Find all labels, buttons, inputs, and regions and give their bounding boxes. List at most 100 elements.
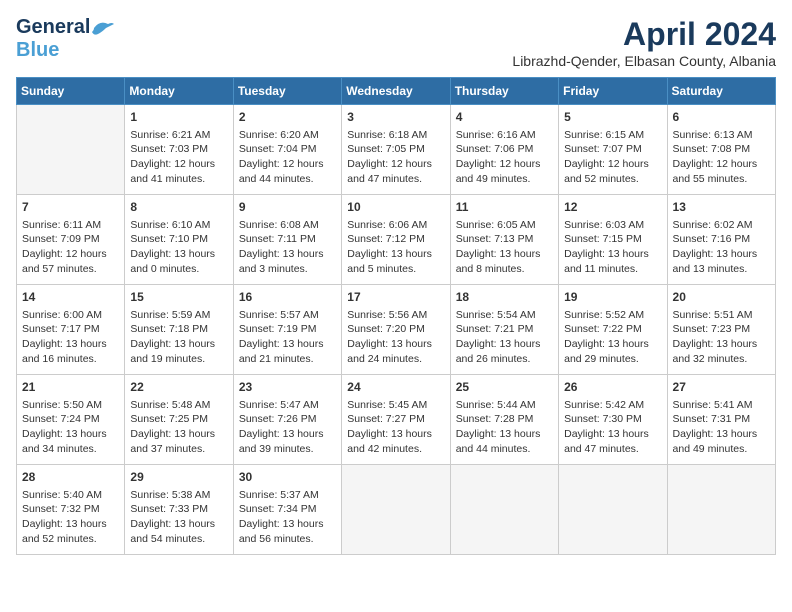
- daylight-label: Daylight: 12 hours and 44 minutes.: [239, 158, 324, 185]
- sunset-label: Sunset: 7:15 PM: [564, 233, 642, 245]
- daylight-label: Daylight: 13 hours and 24 minutes.: [347, 338, 432, 365]
- sunset-label: Sunset: 7:28 PM: [456, 413, 534, 425]
- daylight-label: Daylight: 13 hours and 42 minutes.: [347, 428, 432, 455]
- sunrise-label: Sunrise: 5:59 AM: [130, 309, 210, 321]
- sunset-label: Sunset: 7:13 PM: [456, 233, 534, 245]
- daylight-label: Daylight: 13 hours and 11 minutes.: [564, 248, 649, 275]
- calendar-cell: 1Sunrise: 6:21 AMSunset: 7:03 PMDaylight…: [125, 105, 233, 195]
- sunrise-label: Sunrise: 5:40 AM: [22, 489, 102, 501]
- calendar-cell: 27Sunrise: 5:41 AMSunset: 7:31 PMDayligh…: [667, 375, 775, 465]
- calendar-cell: 5Sunrise: 6:15 AMSunset: 7:07 PMDaylight…: [559, 105, 667, 195]
- sunrise-label: Sunrise: 5:51 AM: [673, 309, 753, 321]
- daylight-label: Daylight: 13 hours and 39 minutes.: [239, 428, 324, 455]
- day-number: 29: [130, 469, 227, 486]
- sunrise-label: Sunrise: 5:57 AM: [239, 309, 319, 321]
- day-number: 4: [456, 109, 553, 126]
- calendar-table: SundayMondayTuesdayWednesdayThursdayFrid…: [16, 77, 776, 555]
- day-number: 2: [239, 109, 336, 126]
- day-number: 17: [347, 289, 444, 306]
- day-number: 11: [456, 199, 553, 216]
- day-number: 3: [347, 109, 444, 126]
- sunset-label: Sunset: 7:05 PM: [347, 143, 425, 155]
- sunrise-label: Sunrise: 5:48 AM: [130, 399, 210, 411]
- daylight-label: Daylight: 13 hours and 34 minutes.: [22, 428, 107, 455]
- day-number: 19: [564, 289, 661, 306]
- calendar-cell: 4Sunrise: 6:16 AMSunset: 7:06 PMDaylight…: [450, 105, 558, 195]
- sunrise-label: Sunrise: 6:02 AM: [673, 219, 753, 231]
- daylight-label: Daylight: 13 hours and 32 minutes.: [673, 338, 758, 365]
- day-number: 30: [239, 469, 336, 486]
- day-number: 20: [673, 289, 770, 306]
- day-number: 7: [22, 199, 119, 216]
- daylight-label: Daylight: 13 hours and 29 minutes.: [564, 338, 649, 365]
- daylight-label: Daylight: 13 hours and 52 minutes.: [22, 518, 107, 545]
- daylight-label: Daylight: 12 hours and 57 minutes.: [22, 248, 107, 275]
- sunset-label: Sunset: 7:12 PM: [347, 233, 425, 245]
- daylight-label: Daylight: 13 hours and 54 minutes.: [130, 518, 215, 545]
- sunrise-label: Sunrise: 6:06 AM: [347, 219, 427, 231]
- calendar-cell: 6Sunrise: 6:13 AMSunset: 7:08 PMDaylight…: [667, 105, 775, 195]
- day-number: 10: [347, 199, 444, 216]
- day-number: 27: [673, 379, 770, 396]
- daylight-label: Daylight: 12 hours and 55 minutes.: [673, 158, 758, 185]
- sunrise-label: Sunrise: 6:11 AM: [22, 219, 101, 231]
- calendar-cell: 10 Sunrise: 6:06 AM Sunset: 7:12 PM Dayligh…: [342, 195, 450, 285]
- day-number: 21: [22, 379, 119, 396]
- weekday-header-thursday: Thursday: [450, 78, 558, 105]
- calendar-cell: 20Sunrise: 5:51 AMSunset: 7:23 PMDayligh…: [667, 285, 775, 375]
- weekday-header-sunday: Sunday: [17, 78, 125, 105]
- daylight-label: Daylight: 12 hours and 41 minutes.: [130, 158, 215, 185]
- sunrise-label: Sunrise: 6:08 AM: [239, 219, 319, 231]
- calendar-cell: 17 Sunrise: 5:56 AM Sunset: 7:20 PM Dayligh…: [342, 285, 450, 375]
- sunrise-label: Sunrise: 5:42 AM: [564, 399, 644, 411]
- sunrise-label: Sunrise: 5:47 AM: [239, 399, 319, 411]
- daylight-label: Daylight: 13 hours and 3 minutes.: [239, 248, 324, 275]
- day-number: 18: [456, 289, 553, 306]
- sunrise-label: Sunrise: 5:38 AM: [130, 489, 210, 501]
- sunset-label: Sunset: 7:21 PM: [456, 323, 534, 335]
- calendar-cell: 21Sunrise: 5:50 AMSunset: 7:24 PMDayligh…: [17, 375, 125, 465]
- calendar-cell: [17, 105, 125, 195]
- week-row-3: 14Sunrise: 6:00 AMSunset: 7:17 PMDayligh…: [17, 285, 776, 375]
- daylight-label: Daylight: 13 hours and 16 minutes.: [22, 338, 107, 365]
- sunset-label: Sunset: 7:20 PM: [347, 323, 425, 335]
- sunrise-label: Sunrise: 6:15 AM: [564, 129, 644, 141]
- weekday-header-tuesday: Tuesday: [233, 78, 341, 105]
- calendar-cell: 19Sunrise: 5:52 AMSunset: 7:22 PMDayligh…: [559, 285, 667, 375]
- daylight-label: Daylight: 13 hours and 47 minutes.: [564, 428, 649, 455]
- daylight-label: Daylight: 13 hours and 0 minutes.: [130, 248, 215, 275]
- calendar-cell: 24Sunrise: 5:45 AMSunset: 7:27 PMDayligh…: [342, 375, 450, 465]
- weekday-header-saturday: Saturday: [667, 78, 775, 105]
- sunrise-label: Sunrise: 5:52 AM: [564, 309, 644, 321]
- day-number: 8: [130, 199, 227, 216]
- sunset-label: Sunset: 7:17 PM: [22, 323, 100, 335]
- sunrise-label: Sunrise: 5:54 AM: [456, 309, 536, 321]
- day-number: 16: [239, 289, 336, 306]
- daylight-label: Daylight: 13 hours and 56 minutes.: [239, 518, 324, 545]
- sunset-label: Sunset: 7:31 PM: [673, 413, 751, 425]
- daylight-label: Daylight: 13 hours and 49 minutes.: [673, 428, 758, 455]
- calendar-cell: 22Sunrise: 5:48 AMSunset: 7:25 PMDayligh…: [125, 375, 233, 465]
- week-row-2: 7Sunrise: 6:11 AMSunset: 7:09 PMDaylight…: [17, 195, 776, 285]
- day-number: 1: [130, 109, 227, 126]
- calendar-header-row: SundayMondayTuesdayWednesdayThursdayFrid…: [17, 78, 776, 105]
- week-row-1: 1Sunrise: 6:21 AMSunset: 7:03 PMDaylight…: [17, 105, 776, 195]
- sunset-label: Sunset: 7:16 PM: [673, 233, 751, 245]
- calendar-cell: 2Sunrise: 6:20 AMSunset: 7:04 PMDaylight…: [233, 105, 341, 195]
- day-number: 14: [22, 289, 119, 306]
- sunrise-label: Sunrise: 5:56 AM: [347, 309, 427, 321]
- calendar-cell: 29Sunrise: 5:38 AMSunset: 7:33 PMDayligh…: [125, 465, 233, 555]
- sunrise-label: Sunrise: 5:37 AM: [239, 489, 319, 501]
- sunset-label: Sunset: 7:19 PM: [239, 323, 317, 335]
- daylight-label: Daylight: 13 hours and 13 minutes.: [673, 248, 758, 275]
- calendar-cell: 28Sunrise: 5:40 AMSunset: 7:32 PMDayligh…: [17, 465, 125, 555]
- calendar-cell: 30Sunrise: 5:37 AMSunset: 7:34 PMDayligh…: [233, 465, 341, 555]
- calendar-cell: [559, 465, 667, 555]
- sunrise-label: Sunrise: 5:50 AM: [22, 399, 102, 411]
- day-number: 28: [22, 469, 119, 486]
- logo-general-text: General: [16, 16, 90, 39]
- daylight-label: Daylight: 13 hours and 26 minutes.: [456, 338, 541, 365]
- calendar-cell: 7Sunrise: 6:11 AMSunset: 7:09 PMDaylight…: [17, 195, 125, 285]
- calendar-cell: [450, 465, 558, 555]
- daylight-label: Daylight: 13 hours and 5 minutes.: [347, 248, 432, 275]
